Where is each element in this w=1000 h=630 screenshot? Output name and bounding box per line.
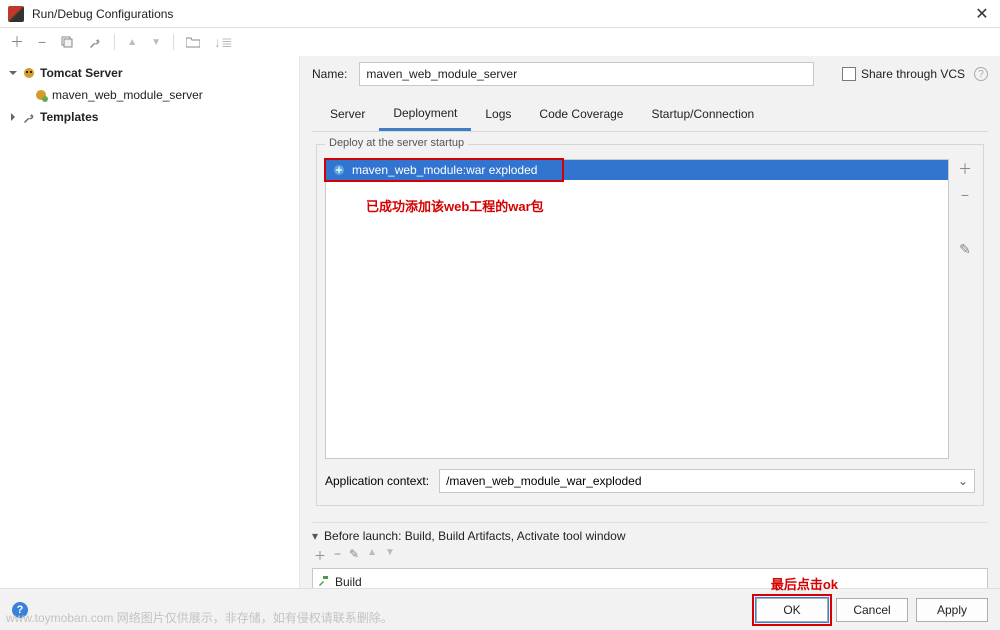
share-vcs-label: Share through VCS [861,67,965,81]
bl-label: Build [335,575,362,589]
chevron-down-icon[interactable] [8,68,18,78]
apply-button[interactable]: Apply [916,598,988,622]
remove-icon[interactable]: − [961,187,969,203]
move-up-icon[interactable]: ▲ [125,37,139,48]
add-icon[interactable]: ＋ [314,547,326,564]
name-input[interactable] [359,62,814,86]
before-launch-toolbar: ＋ − ✎ ▲ ▼ [312,543,988,568]
tomcat-icon [22,66,36,80]
wrench-icon[interactable] [86,35,104,49]
app-context-select[interactable]: /maven_web_module_war_exploded ⌄ [439,469,975,493]
share-vcs-wrap: Share through VCS ? [842,67,988,81]
tab-startup-connection[interactable]: Startup/Connection [637,99,768,131]
app-context-label: Application context: [325,474,429,488]
share-vcs-checkbox[interactable] [842,67,856,81]
app-context-value: /maven_web_module_war_exploded [446,474,641,488]
chevron-right-icon[interactable] [8,112,18,122]
ok-button[interactable]: OK [756,598,828,622]
annotation-text: 已成功添加该web工程的war包 [366,196,544,215]
copy-icon[interactable] [58,35,76,49]
body: Tomcat Server maven_web_module_server Te… [0,56,1000,588]
edit-icon[interactable]: ✎ [349,547,359,564]
annotation-text: 最后点击ok [771,574,838,593]
tree-node-templates[interactable]: Templates [0,106,299,128]
watermark: www.toymoban.com 网络图片仅供展示，非存储，如有侵权请联系删除。 [0,609,393,626]
separator [114,34,115,50]
config-tree: Tomcat Server maven_web_module_server Te… [0,56,300,588]
wrench-icon [22,110,36,124]
tab-code-coverage[interactable]: Code Coverage [525,99,637,131]
tomcat-local-icon [34,88,48,102]
tab-deployment[interactable]: Deployment [379,98,471,131]
add-icon[interactable]: ＋ [8,32,26,52]
artifact-area: maven_web_module:war exploded 已成功添加该web工… [325,159,975,459]
main-panel: Name: Share through VCS ? Server Deploym… [300,56,1000,588]
separator [173,34,174,50]
app-icon [8,6,24,22]
move-down-icon[interactable]: ▼ [385,547,395,564]
tab-server[interactable]: Server [316,99,379,131]
remove-icon[interactable]: − [36,34,48,50]
tree-label: maven_web_module_server [52,88,203,102]
cancel-button[interactable]: Cancel [836,598,908,622]
artifact-icon [332,163,346,177]
tree-node-tomcat[interactable]: Tomcat Server [0,62,299,84]
title-bar: Run/Debug Configurations ✕ [0,0,1000,28]
deploy-legend: Deploy at the server startup [325,137,468,149]
run-debug-dialog: Run/Debug Configurations ✕ ＋ − ▲ ▼ ↓≣ To… [0,0,1000,630]
tab-logs[interactable]: Logs [471,99,525,131]
artifact-side-toolbar: ＋ − ✎ [955,159,975,459]
tree-toolbar: ＋ − ▲ ▼ ↓≣ [0,28,1000,56]
artifact-label: maven_web_module:war exploded [352,163,537,177]
before-launch-label: Before launch: Build, Build Artifacts, A… [324,529,626,543]
help-icon[interactable]: ? [974,67,988,81]
name-label: Name: [312,67,347,81]
folder-icon[interactable] [184,36,202,48]
move-up-icon[interactable]: ▲ [367,547,377,564]
chevron-down-icon: ⌄ [958,474,968,488]
edit-icon[interactable]: ✎ [959,241,971,258]
add-icon[interactable]: ＋ [958,159,972,179]
before-launch-header[interactable]: ▾ Before launch: Build, Build Artifacts,… [312,529,988,543]
tree-label: Templates [40,110,98,124]
name-row: Name: Share through VCS ? [312,62,988,86]
move-down-icon[interactable]: ▼ [149,37,163,48]
dialog-title: Run/Debug Configurations [32,7,972,21]
close-icon[interactable]: ✕ [972,4,992,24]
app-context-row: Application context: /maven_web_module_w… [325,469,975,493]
remove-icon[interactable]: − [334,547,341,564]
sort-icon[interactable]: ↓≣ [212,34,235,51]
deploy-fieldset: Deploy at the server startup maven_web_m… [316,144,984,506]
artifact-item[interactable]: maven_web_module:war exploded [326,160,948,180]
artifact-list[interactable]: maven_web_module:war exploded 已成功添加该web工… [325,159,949,459]
button-row: OK Cancel Apply [756,598,988,622]
tree-node-server-config[interactable]: maven_web_module_server [0,84,299,106]
tab-bar: Server Deployment Logs Code Coverage Sta… [312,98,988,132]
tree-label: Tomcat Server [40,66,122,80]
chevron-down-icon: ▾ [312,529,318,543]
